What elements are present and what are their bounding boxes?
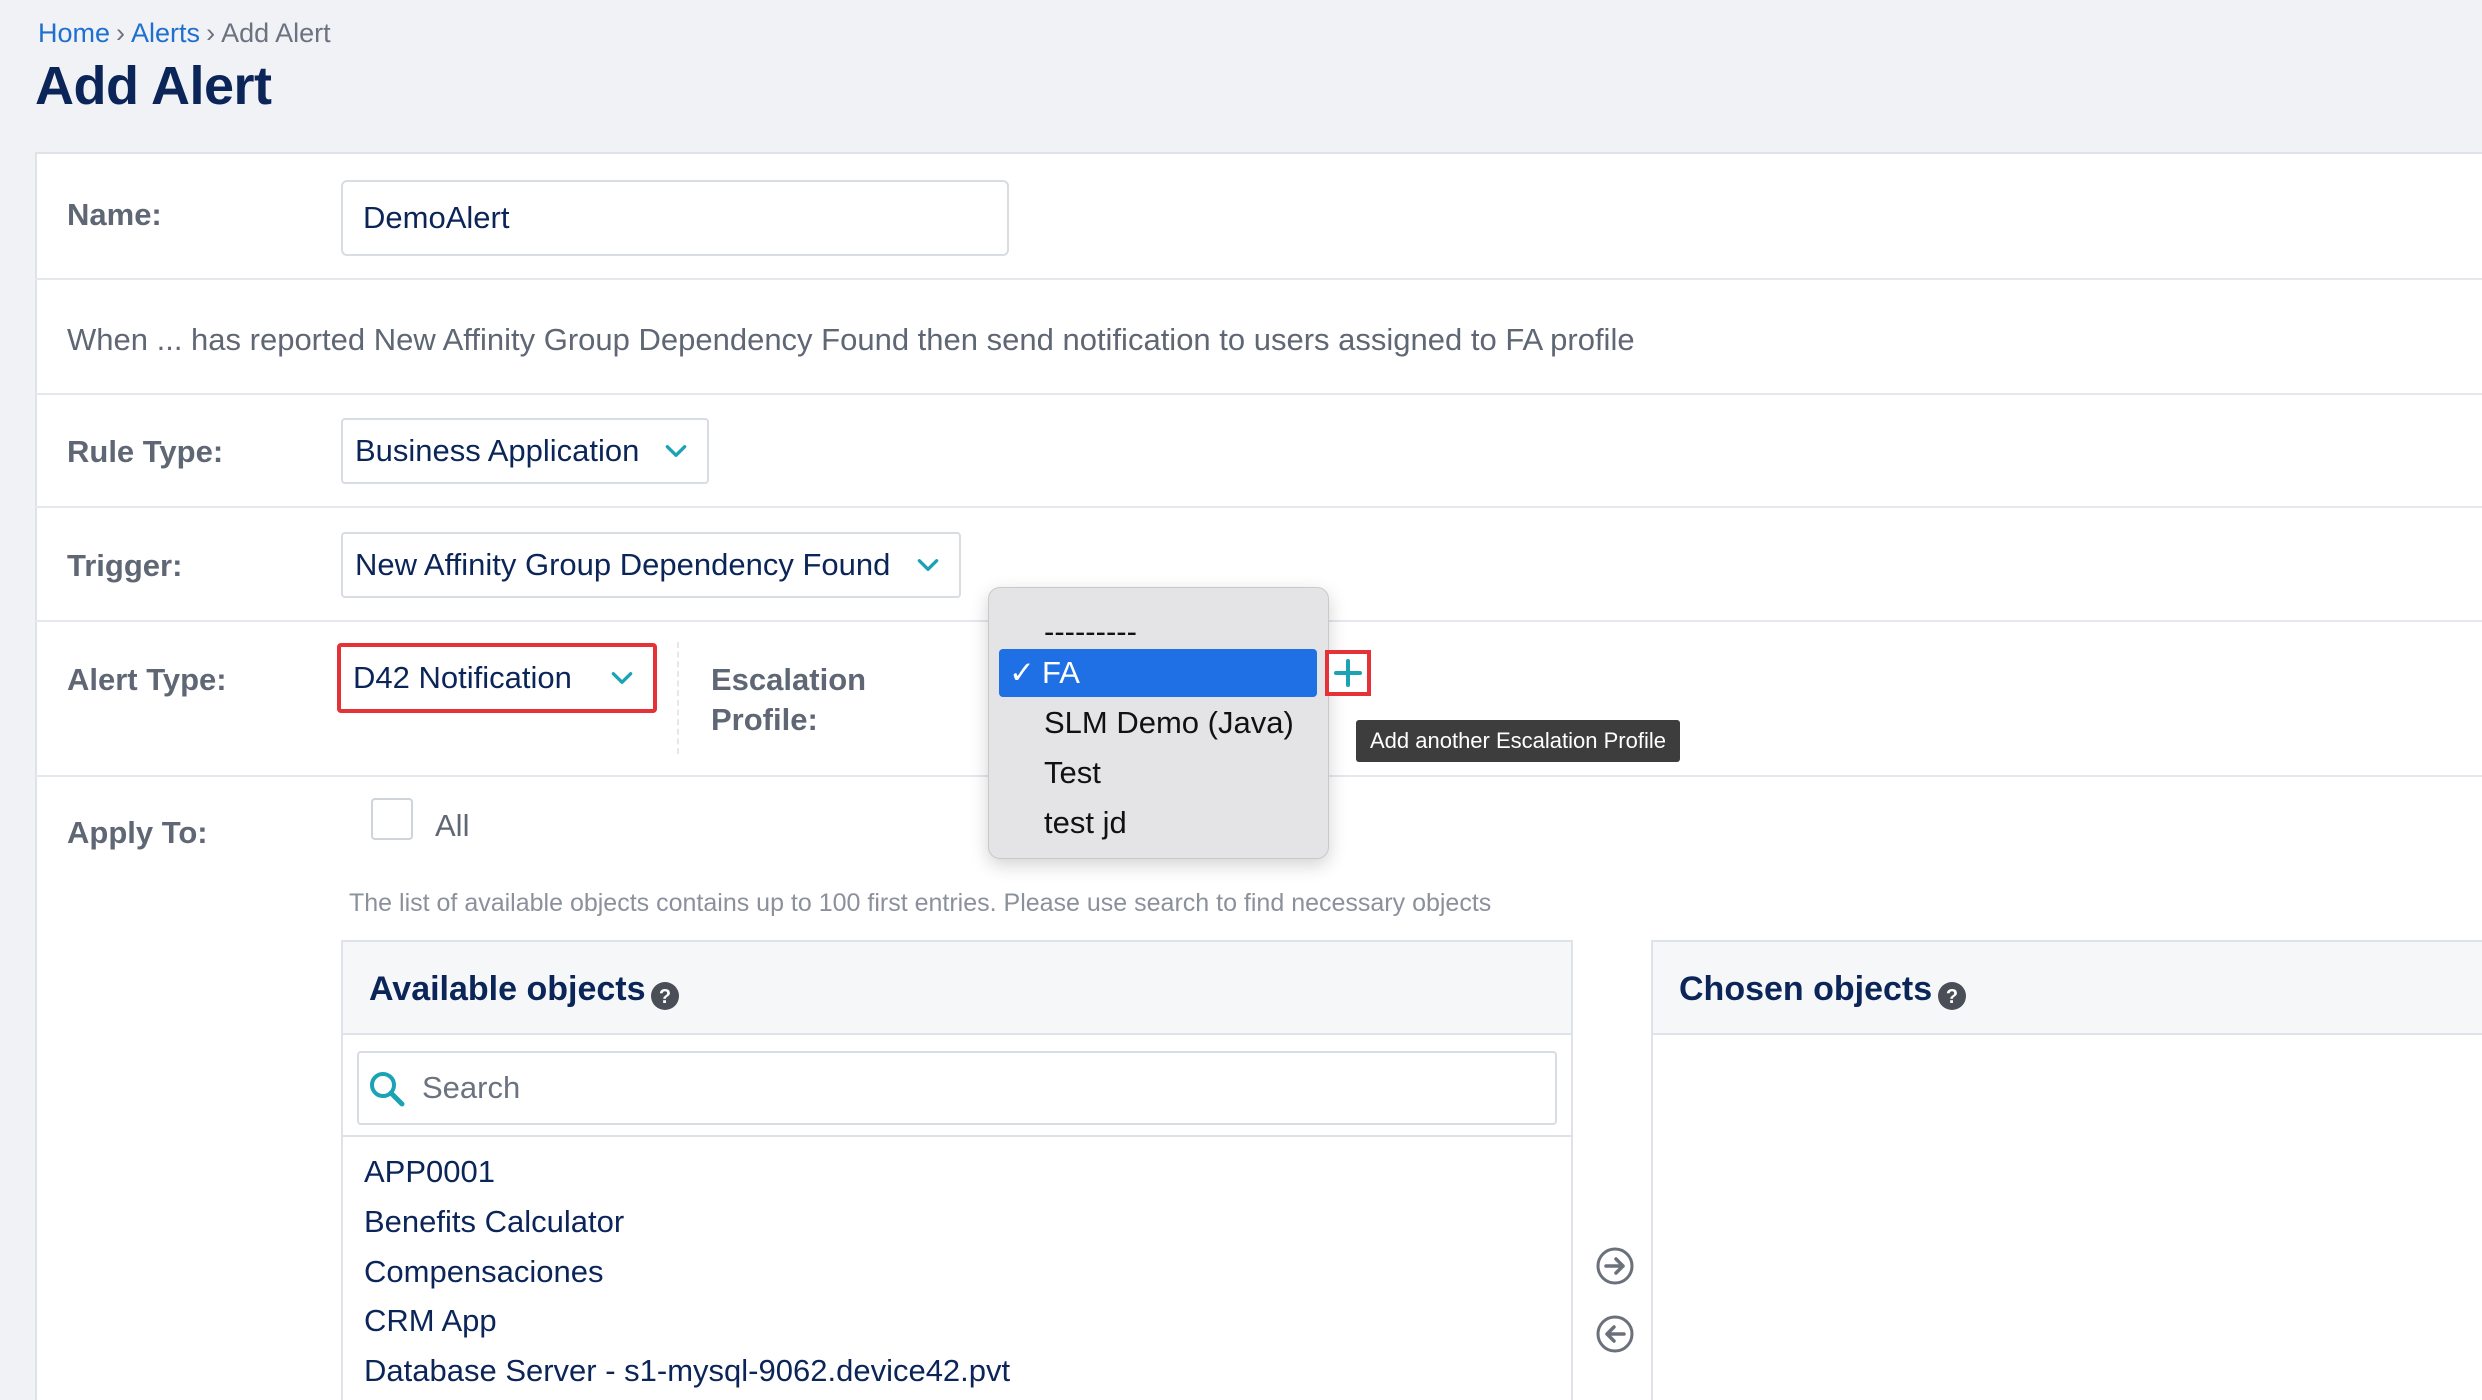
breadcrumb-current: Add Alert: [221, 18, 331, 48]
trigger-select[interactable]: New Affinity Group Dependency Found: [341, 532, 961, 598]
breadcrumb-home-link[interactable]: Home: [38, 18, 110, 48]
escalation-option-fa-label: FA: [1042, 655, 1080, 690]
escalation-option-test-jd[interactable]: test jd: [989, 799, 1328, 847]
escalation-option-fa[interactable]: ✓ FA: [999, 649, 1317, 697]
objects-hint: The list of available objects contains u…: [349, 889, 1492, 917]
breadcrumb: Home › Alerts › Add Alert: [38, 18, 331, 49]
breadcrumb-alerts-link[interactable]: Alerts: [131, 18, 200, 48]
rule-type-label: Rule Type:: [67, 434, 224, 469]
svg-text:?: ?: [1946, 986, 1958, 1008]
apply-all-label: All: [435, 808, 470, 843]
available-object-item[interactable]: Benefits Calculator: [364, 1204, 624, 1240]
add-escalation-profile-button[interactable]: [1325, 650, 1371, 696]
search-placeholder: Search: [422, 1070, 521, 1105]
add-escalation-tooltip: Add another Escalation Profile: [1356, 720, 1680, 762]
available-objects-title-wrap: Available objects ?: [369, 970, 680, 1011]
help-icon[interactable]: ?: [650, 981, 680, 1011]
escalation-option-slm-demo[interactable]: SLM Demo (Java): [989, 699, 1328, 747]
alert-type-label: Alert Type:: [67, 662, 227, 697]
chevron-down-icon: [611, 672, 633, 684]
help-icon[interactable]: ?: [1937, 981, 1967, 1011]
rule-type-select[interactable]: Business Application: [341, 418, 709, 484]
trigger-value: New Affinity Group Dependency Found: [355, 547, 891, 582]
move-right-arrow-icon[interactable]: [1595, 1246, 1635, 1286]
available-object-item[interactable]: APP0001: [364, 1154, 495, 1190]
checkmark-icon: ✓: [1009, 655, 1035, 690]
breadcrumb-separator: ›: [116, 18, 126, 48]
panel-divider: [343, 1135, 1571, 1137]
apply-all-checkbox[interactable]: [371, 798, 413, 840]
row-divider: [35, 506, 2482, 508]
search-icon: [370, 1072, 405, 1107]
rule-type-value: Business Application: [355, 433, 640, 468]
available-object-item[interactable]: Compensaciones: [364, 1254, 604, 1290]
rule-description: When ... has reported New Affinity Group…: [67, 322, 1635, 357]
name-input[interactable]: DemoAlert: [341, 180, 1009, 256]
row-divider: [35, 393, 2482, 395]
row-divider: [35, 278, 2482, 280]
available-objects-title: Available objects: [369, 970, 646, 1008]
plus-icon: [1334, 659, 1362, 687]
trigger-label: Trigger:: [67, 548, 183, 583]
escalation-profile-label-line2: Profile:: [711, 702, 818, 737]
column-divider: [677, 642, 679, 754]
chevron-down-icon: [665, 445, 687, 457]
svg-text:?: ?: [659, 986, 671, 1008]
alert-type-select[interactable]: D42 Notification: [337, 643, 657, 713]
apply-to-label: Apply To:: [67, 815, 208, 850]
chosen-objects-title-wrap: Chosen objects ?: [1679, 970, 1967, 1011]
move-left-arrow-icon[interactable]: [1595, 1314, 1635, 1354]
available-object-item[interactable]: Database Server - s1-mysql-9062.device42…: [364, 1353, 1010, 1389]
name-label: Name:: [67, 197, 162, 232]
escalation-profile-dropdown[interactable]: --------- ✓ FA SLM Demo (Java) Test test…: [988, 587, 1329, 859]
escalation-profile-label-line1: Escalation: [711, 662, 867, 697]
alert-type-value: D42 Notification: [353, 660, 572, 695]
chevron-down-icon: [917, 559, 939, 571]
breadcrumb-separator: ›: [206, 18, 216, 48]
page-title: Add Alert: [35, 56, 272, 116]
available-object-item[interactable]: CRM App: [364, 1303, 497, 1339]
available-objects-search-input[interactable]: [357, 1051, 1557, 1125]
escalation-option-test[interactable]: Test: [989, 749, 1328, 797]
chosen-objects-title: Chosen objects: [1679, 970, 1933, 1008]
